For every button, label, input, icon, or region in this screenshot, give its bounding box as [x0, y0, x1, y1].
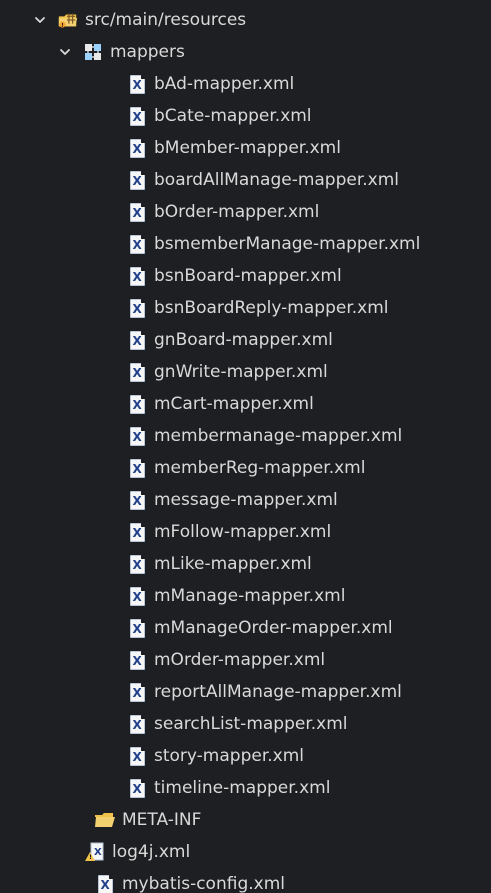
tree-item-file[interactable]: bsnBoardReply-mapper.xml [0, 292, 491, 324]
file-label: reportAllManage-mapper.xml [154, 682, 402, 702]
xml-file-icon [126, 521, 148, 543]
tree-item-file[interactable]: bAd-mapper.xml [0, 68, 491, 100]
tree-item-file[interactable]: mOrder-mapper.xml [0, 644, 491, 676]
folder-open-icon [94, 809, 116, 831]
file-label: mManage-mapper.xml [154, 586, 346, 606]
tree-item-label: META-INF [122, 810, 202, 830]
tree-item-file[interactable]: boardAllManage-mapper.xml [0, 164, 491, 196]
file-label: mFollow-mapper.xml [154, 522, 332, 542]
file-label: bsmemberManage-mapper.xml [154, 234, 421, 254]
tree-item-meta-inf[interactable]: META-INF [0, 804, 491, 836]
svg-text:!: ! [61, 23, 63, 29]
file-label: gnBoard-mapper.xml [154, 330, 333, 350]
tree-item-label: src/main/resources [85, 10, 247, 30]
xml-file-icon [126, 585, 148, 607]
xml-file-icon [126, 201, 148, 223]
xml-file-icon [126, 681, 148, 703]
xml-file-icon [126, 617, 148, 639]
tree-item-file[interactable]: bCate-mapper.xml [0, 100, 491, 132]
tree-item-file[interactable]: mLike-mapper.xml [0, 548, 491, 580]
tree-item-file[interactable]: bOrder-mapper.xml [0, 196, 491, 228]
xml-file-icon [126, 489, 148, 511]
chevron-down-icon[interactable] [31, 11, 49, 29]
file-label: mManageOrder-mapper.xml [154, 618, 393, 638]
tree-item-file[interactable]: searchList-mapper.xml [0, 708, 491, 740]
xml-file-icon [126, 361, 148, 383]
file-label: membermanage-mapper.xml [154, 426, 403, 446]
xml-file-icon [126, 649, 148, 671]
file-label: bMember-mapper.xml [154, 138, 341, 158]
xml-file-icon [126, 553, 148, 575]
tree-item-file[interactable]: memberReg-mapper.xml [0, 452, 491, 484]
tree-item-file[interactable]: story-mapper.xml [0, 740, 491, 772]
xml-file-icon [94, 873, 116, 893]
tree-item-file[interactable]: gnBoard-mapper.xml [0, 324, 491, 356]
file-label: bCate-mapper.xml [154, 106, 312, 126]
xml-file-icon [126, 137, 148, 159]
xml-file-icon [126, 233, 148, 255]
file-label: bsnBoardReply-mapper.xml [154, 298, 389, 318]
tree-item-file[interactable]: reportAllManage-mapper.xml [0, 676, 491, 708]
tree-item-log4j[interactable]: X ! log4j.xml [0, 836, 491, 868]
tree-item-src-main-resources[interactable]: ! src/main/resources [0, 4, 491, 36]
tree-item-label: log4j.xml [112, 842, 191, 862]
xml-file-icon [126, 777, 148, 799]
tree-item-file[interactable]: mManageOrder-mapper.xml [0, 612, 491, 644]
file-label: bsnBoard-mapper.xml [154, 266, 342, 286]
project-explorer-tree: ! src/main/resources mappers bAd-mapper.… [0, 0, 491, 893]
tree-item-mybatis-config[interactable]: mybatis-config.xml [0, 868, 491, 893]
file-label: bOrder-mapper.xml [154, 202, 320, 222]
file-label: boardAllManage-mapper.xml [154, 170, 400, 190]
xml-file-icon [126, 73, 148, 95]
tree-item-label: mappers [110, 42, 185, 62]
tree-item-file[interactable]: mCart-mapper.xml [0, 388, 491, 420]
file-label: mOrder-mapper.xml [154, 650, 326, 670]
xml-file-icon [126, 329, 148, 351]
tree-item-file[interactable]: bMember-mapper.xml [0, 132, 491, 164]
svg-text:X: X [94, 847, 102, 858]
xml-file-icon [126, 713, 148, 735]
file-label: memberReg-mapper.xml [154, 458, 366, 478]
tree-item-file[interactable]: mFollow-mapper.xml [0, 516, 491, 548]
tree-item-file[interactable]: bsnBoard-mapper.xml [0, 260, 491, 292]
xml-warning-icon: X ! [84, 841, 106, 863]
file-label: mCart-mapper.xml [154, 394, 314, 414]
xml-file-icon [126, 297, 148, 319]
tree-item-mappers[interactable]: mappers [0, 36, 491, 68]
chevron-down-icon[interactable] [56, 43, 74, 61]
file-label: bAd-mapper.xml [154, 74, 295, 94]
file-label: mLike-mapper.xml [154, 554, 312, 574]
xml-file-icon [126, 265, 148, 287]
file-label: searchList-mapper.xml [154, 714, 348, 734]
file-label: gnWrite-mapper.xml [154, 362, 328, 382]
tree-item-file[interactable]: bsmemberManage-mapper.xml [0, 228, 491, 260]
package-icon [82, 41, 104, 63]
tree-item-label: mybatis-config.xml [122, 874, 285, 893]
svg-text:!: ! [89, 854, 92, 861]
tree-item-file[interactable]: membermanage-mapper.xml [0, 420, 491, 452]
tree-item-file[interactable]: message-mapper.xml [0, 484, 491, 516]
tree-item-file[interactable]: mManage-mapper.xml [0, 580, 491, 612]
xml-file-icon [126, 745, 148, 767]
xml-file-icon [126, 393, 148, 415]
xml-file-icon [126, 457, 148, 479]
file-label: timeline-mapper.xml [154, 778, 331, 798]
file-label: message-mapper.xml [154, 490, 338, 510]
resource-folder-icon: ! [57, 9, 79, 31]
tree-item-file[interactable]: gnWrite-mapper.xml [0, 356, 491, 388]
file-label: story-mapper.xml [154, 746, 305, 766]
xml-file-icon [126, 169, 148, 191]
xml-file-icon [126, 425, 148, 447]
tree-item-file[interactable]: timeline-mapper.xml [0, 772, 491, 804]
xml-file-icon [126, 105, 148, 127]
